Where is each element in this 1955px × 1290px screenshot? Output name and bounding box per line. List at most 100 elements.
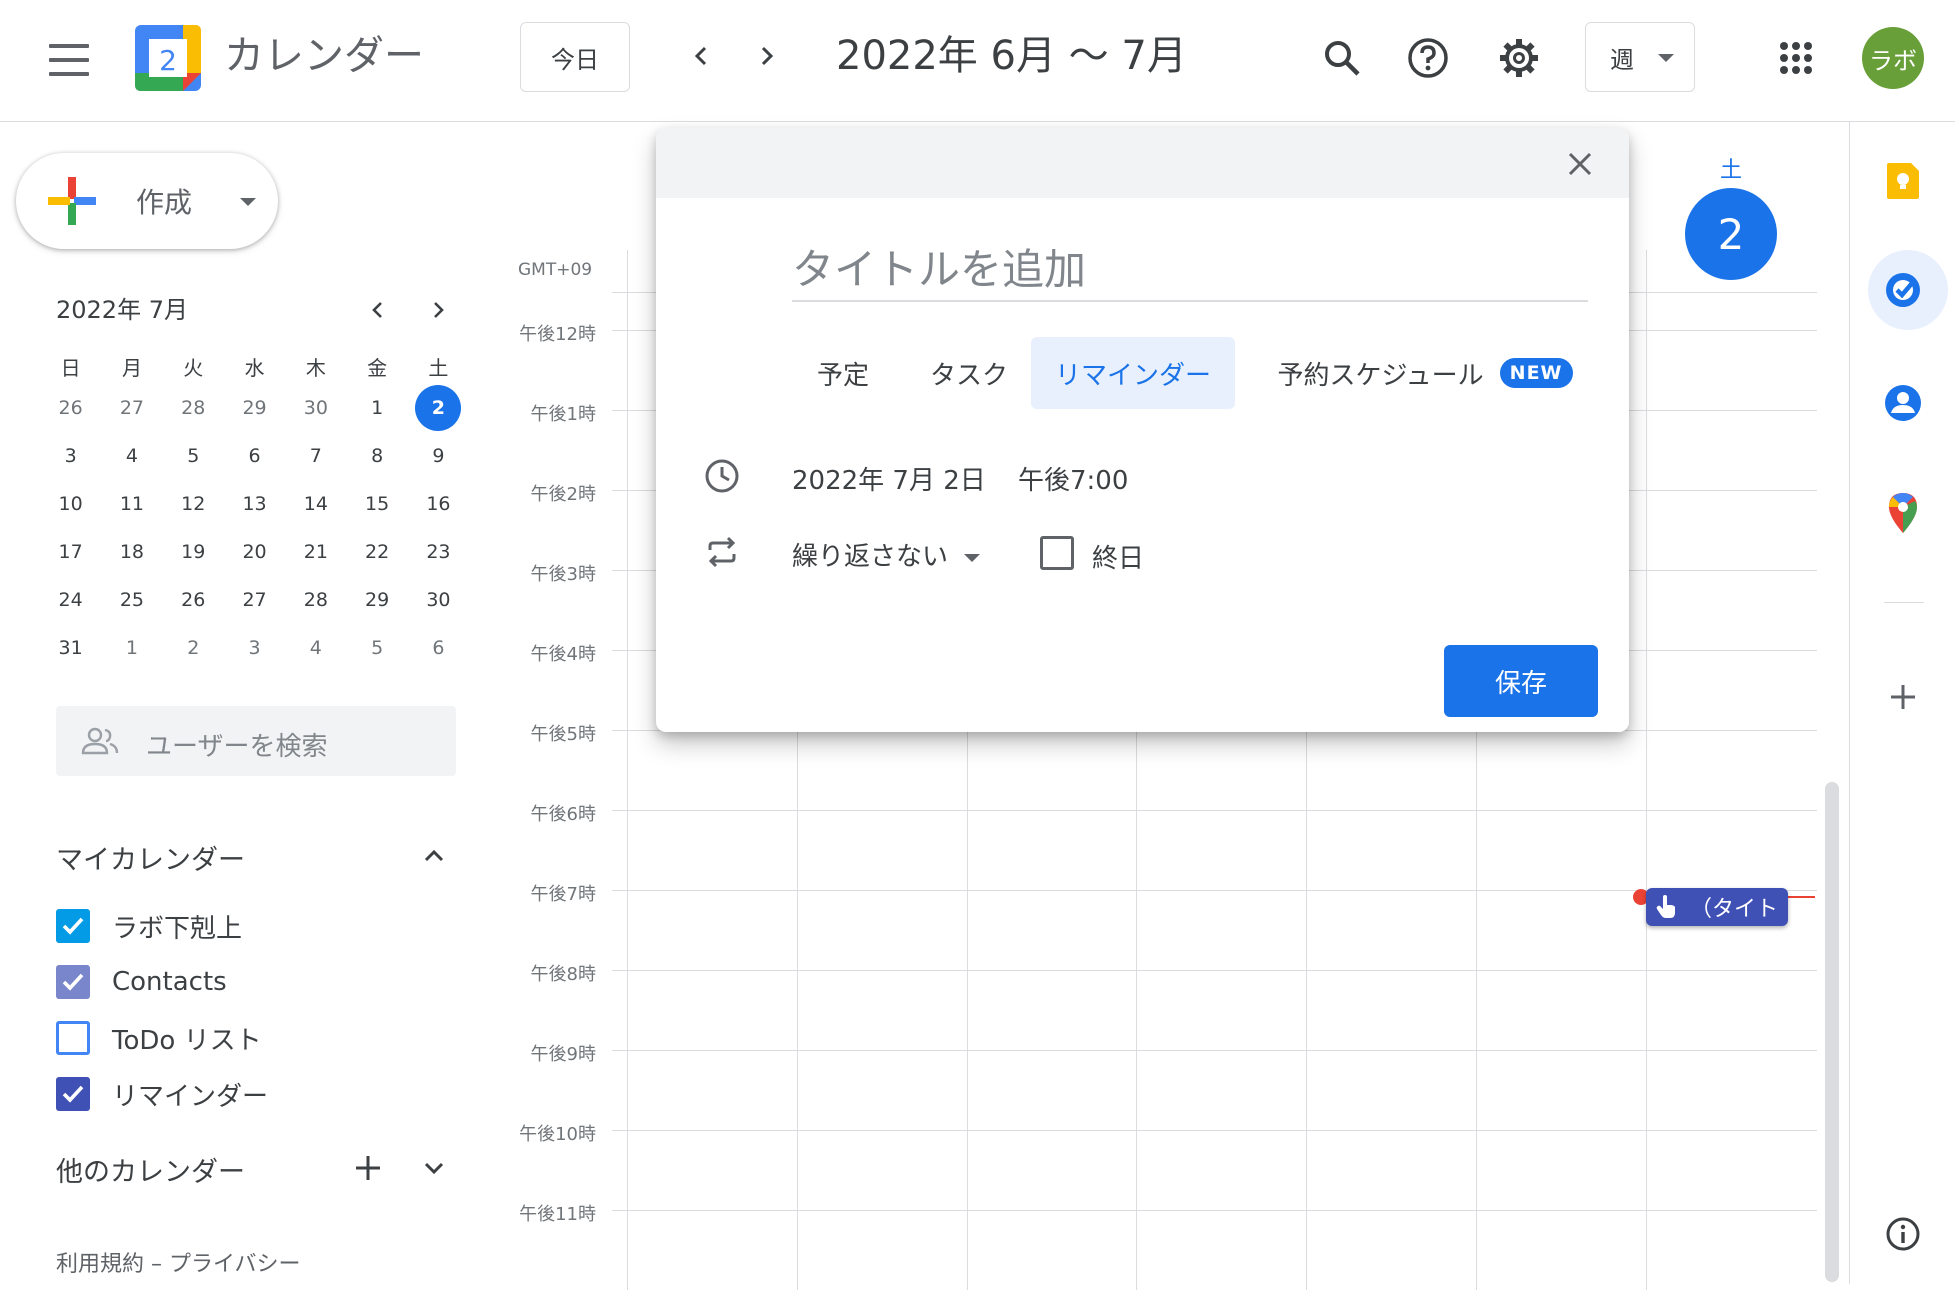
- calendar-checkbox[interactable]: [56, 909, 90, 943]
- tab-appointment-schedule[interactable]: 予約スケジュール NEW: [1250, 337, 1600, 409]
- tab-reminder[interactable]: リマインダー: [1031, 337, 1235, 409]
- view-select[interactable]: 週: [1585, 22, 1695, 92]
- terms-privacy-link[interactable]: 利用規約 – プライバシー: [56, 1246, 301, 1278]
- mini-calendar-day[interactable]: 20: [224, 528, 285, 576]
- mini-calendar-day[interactable]: 7: [285, 432, 346, 480]
- close-icon[interactable]: [1558, 142, 1602, 186]
- mini-calendar-day[interactable]: 12: [163, 480, 224, 528]
- reminder-date[interactable]: 2022年 7月 2日: [792, 460, 986, 497]
- mini-calendar-day[interactable]: 22: [346, 528, 407, 576]
- calendar-list-item[interactable]: Contacts: [56, 962, 227, 1002]
- mini-calendar-day[interactable]: 18: [101, 528, 162, 576]
- mini-calendar-day[interactable]: 27: [101, 384, 162, 432]
- tab-task[interactable]: タスク: [906, 337, 1032, 409]
- mini-calendar-day[interactable]: 3: [224, 624, 285, 672]
- mini-calendar-day[interactable]: 8: [346, 432, 407, 480]
- gear-icon[interactable]: [1491, 30, 1547, 86]
- my-calendars-title[interactable]: マイカレンダー: [56, 838, 245, 877]
- mini-calendar-day[interactable]: 23: [408, 528, 469, 576]
- calendar-name: リマインダー: [112, 1081, 269, 1112]
- mini-calendar-day-number: 21: [303, 541, 328, 563]
- mini-calendar-day-number: 30: [426, 589, 451, 611]
- mini-calendar-day[interactable]: 21: [285, 528, 346, 576]
- repeat-dropdown[interactable]: 繰り返さない: [792, 536, 981, 573]
- day-header-number[interactable]: 2: [1685, 188, 1777, 280]
- mini-calendar-day[interactable]: 4: [285, 624, 346, 672]
- calendar-checkbox[interactable]: [56, 1077, 90, 1111]
- info-icon[interactable]: [1878, 1209, 1928, 1259]
- apps-grid-icon[interactable]: [1768, 30, 1824, 86]
- calendar-list-item[interactable]: ToDo リスト: [56, 1018, 262, 1058]
- mini-calendar-day[interactable]: 30: [408, 576, 469, 624]
- today-button[interactable]: 今日: [520, 22, 630, 92]
- search-icon[interactable]: [1314, 30, 1370, 86]
- mini-calendar-day[interactable]: 30: [285, 384, 346, 432]
- mini-calendar-day[interactable]: 15: [346, 480, 407, 528]
- chevron-left-icon[interactable]: [680, 34, 724, 78]
- tab-event[interactable]: 予定: [792, 337, 894, 409]
- help-icon[interactable]: [1400, 30, 1456, 86]
- dialog-drag-header[interactable]: [656, 128, 1629, 198]
- user-search-input[interactable]: ユーザーを検索: [56, 706, 456, 776]
- avatar[interactable]: ラボ: [1862, 27, 1924, 89]
- hour-label: 午後9時: [530, 1044, 596, 1065]
- mini-calendar-day[interactable]: 1: [346, 384, 407, 432]
- draft-event-chip[interactable]: （タイト: [1646, 888, 1788, 926]
- mini-calendar-day[interactable]: 17: [40, 528, 101, 576]
- mini-calendar-day[interactable]: 28: [285, 576, 346, 624]
- mini-calendar-day[interactable]: 6: [224, 432, 285, 480]
- checkmark-icon: [62, 917, 84, 935]
- mini-calendar-day[interactable]: 19: [163, 528, 224, 576]
- mini-calendar-day[interactable]: 14: [285, 480, 346, 528]
- chevron-right-icon[interactable]: [744, 34, 788, 78]
- mini-calendar-day[interactable]: 5: [346, 624, 407, 672]
- mini-calendar-day[interactable]: 11: [101, 480, 162, 528]
- mini-calendar-day[interactable]: 24: [40, 576, 101, 624]
- calendar-checkbox[interactable]: [56, 1021, 90, 1055]
- menu-icon[interactable]: [46, 40, 92, 80]
- checkmark-icon: [62, 973, 84, 991]
- all-day-label[interactable]: 終日: [1092, 538, 1144, 575]
- tasks-icon[interactable]: [1878, 265, 1928, 315]
- calendar-list-item[interactable]: リマインダー: [56, 1074, 268, 1114]
- contacts-icon[interactable]: [1878, 378, 1928, 428]
- mini-calendar-day-number: 27: [242, 589, 267, 611]
- mini-calendar-day[interactable]: 29: [346, 576, 407, 624]
- view-select-label: 週: [1610, 45, 1634, 74]
- mini-calendar-day[interactable]: 26: [40, 384, 101, 432]
- mini-calendar-day[interactable]: 3: [40, 432, 101, 480]
- mini-calendar-day[interactable]: 31: [40, 624, 101, 672]
- calendar-logo[interactable]: 2: [135, 25, 201, 91]
- mini-calendar-day[interactable]: 28: [163, 384, 224, 432]
- mini-calendar-day-selected[interactable]: 2: [408, 384, 469, 432]
- add-other-calendar-icon[interactable]: [350, 1150, 386, 1186]
- mini-calendar-day[interactable]: 9: [408, 432, 469, 480]
- grid-scrollbar[interactable]: [1825, 782, 1839, 1282]
- mini-calendar-day[interactable]: 29: [224, 384, 285, 432]
- title-input[interactable]: [792, 238, 1588, 302]
- mini-calendar-day[interactable]: 6: [408, 624, 469, 672]
- calendar-list-item[interactable]: ラボ下剋上: [56, 906, 242, 946]
- mini-calendar-day[interactable]: 5: [163, 432, 224, 480]
- maps-icon[interactable]: [1878, 488, 1928, 538]
- chevron-up-icon[interactable]: [416, 838, 452, 874]
- chevron-down-icon[interactable]: [416, 1150, 452, 1186]
- reminder-time[interactable]: 午後7:00: [1018, 460, 1128, 497]
- mini-calendar-day[interactable]: 16: [408, 480, 469, 528]
- create-button[interactable]: 作成: [16, 153, 278, 249]
- keep-icon[interactable]: [1878, 156, 1928, 206]
- add-icon[interactable]: [1878, 672, 1928, 722]
- mini-calendar-day[interactable]: 2: [163, 624, 224, 672]
- mini-next-month-icon[interactable]: [420, 292, 456, 328]
- all-day-checkbox[interactable]: [1040, 536, 1074, 570]
- mini-calendar-day[interactable]: 26: [163, 576, 224, 624]
- mini-prev-month-icon[interactable]: [360, 292, 396, 328]
- mini-calendar-day[interactable]: 25: [101, 576, 162, 624]
- save-button[interactable]: 保存: [1444, 645, 1598, 717]
- mini-calendar-day[interactable]: 4: [101, 432, 162, 480]
- calendar-checkbox[interactable]: [56, 965, 90, 999]
- mini-calendar-day[interactable]: 1: [101, 624, 162, 672]
- mini-calendar-day[interactable]: 27: [224, 576, 285, 624]
- mini-calendar-day[interactable]: 10: [40, 480, 101, 528]
- mini-calendar-day[interactable]: 13: [224, 480, 285, 528]
